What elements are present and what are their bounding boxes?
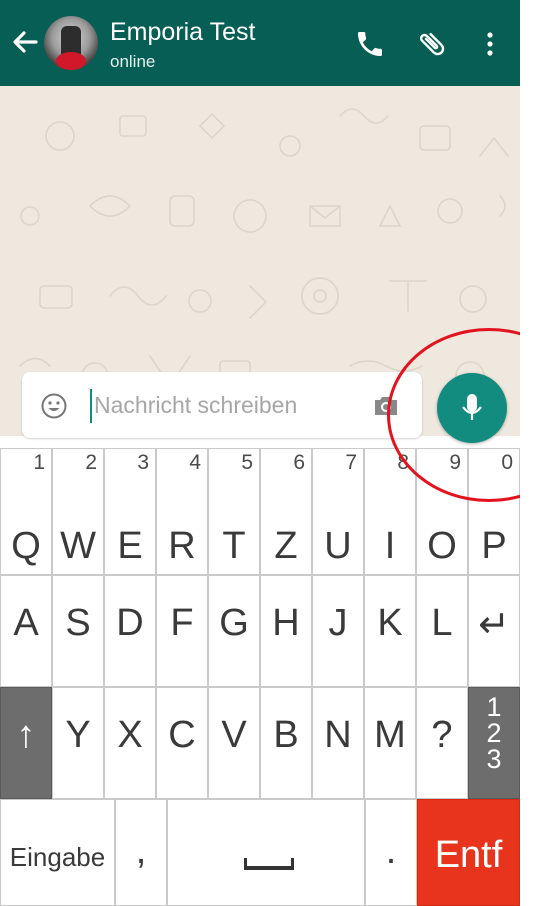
whatsapp-chat-screen: Emporia Test online Nachricht schreiben … [0,0,520,906]
key-u[interactable]: 7U [312,448,364,575]
key-r[interactable]: 4R [156,448,208,575]
more-vert-icon[interactable] [478,28,502,60]
key-x[interactable]: X [104,687,156,799]
space-key[interactable] [167,799,365,906]
dot-key[interactable]: . [365,799,417,906]
chat-header: Emporia Test online [0,0,520,86]
key-h[interactable]: H [260,575,312,687]
key-v[interactable]: V [208,687,260,799]
message-input[interactable] [94,387,364,423]
numbers-toggle-key[interactable]: 1 2 3 [468,687,520,799]
key-question[interactable]: ? [416,687,468,799]
key-j[interactable]: J [312,575,364,687]
key-n[interactable]: N [312,687,364,799]
contact-status: online [110,52,156,71]
key-q[interactable]: 1Q [0,448,52,575]
delete-key[interactable]: Entf [417,799,520,906]
key-t[interactable]: 5T [208,448,260,575]
message-composer [22,372,422,438]
shift-key[interactable]: ↑ [0,687,52,799]
key-l[interactable]: L [416,575,468,687]
key-g[interactable]: G [208,575,260,687]
space-glyph [244,858,294,870]
contact-name[interactable]: Emporia Test [110,18,255,47]
numbers-toggle-label: 1 2 3 [486,692,502,774]
emoji-icon[interactable] [40,392,68,420]
key-b[interactable]: B [260,687,312,799]
key-e[interactable]: 3E [104,448,156,575]
paperclip-icon[interactable] [416,28,448,60]
back-arrow-icon[interactable] [10,24,40,60]
return-key[interactable]: ↵ [468,575,520,687]
key-f[interactable]: F [156,575,208,687]
phone-icon[interactable] [354,28,386,60]
text-cursor [90,389,92,423]
key-k[interactable]: K [364,575,416,687]
key-m[interactable]: M [364,687,416,799]
key-w[interactable]: 2W [52,448,104,575]
contact-avatar[interactable] [44,16,98,70]
comma-key[interactable]: , [115,799,167,906]
key-c[interactable]: C [156,687,208,799]
enter-key[interactable]: Eingabe [0,799,115,906]
keyboard: 1Q 2W 3E 4R 5T 6Z 7U 8I 9O 0P A S D F G … [0,448,520,906]
key-s[interactable]: S [52,575,104,687]
key-z[interactable]: 6Z [260,448,312,575]
key-a[interactable]: A [0,575,52,687]
key-d[interactable]: D [104,575,156,687]
key-y[interactable]: Y [52,687,104,799]
